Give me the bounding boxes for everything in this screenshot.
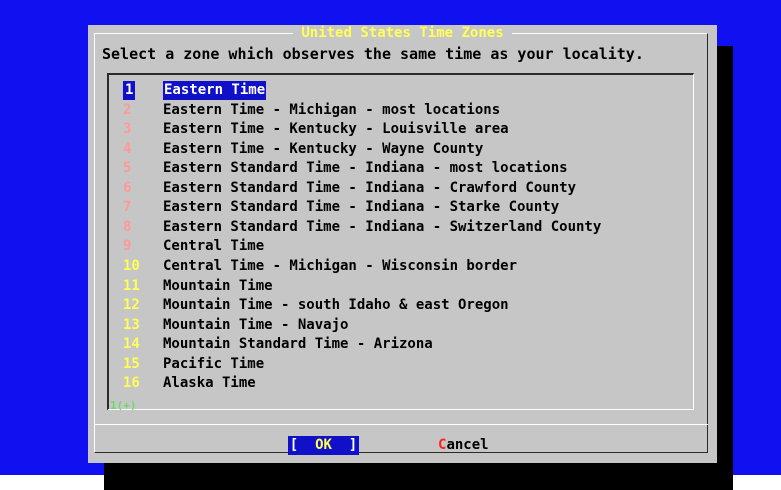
menu-item-tag: 5 [123, 160, 132, 177]
menu-item-tag: 9 [123, 238, 132, 255]
cancel-button[interactable]: Cancel [438, 436, 489, 455]
button-separator [94, 424, 708, 425]
ok-right-bracket: ] [348, 437, 358, 453]
menu-item-tag: 1 [123, 81, 136, 100]
menu-item-label: Mountain Time - south Idaho & east Orego… [163, 297, 509, 314]
menu-item-tag: 3 [123, 121, 132, 138]
menu-item-label: Eastern Time - Michigan - most locations [163, 101, 501, 118]
menu-item-label: Mountain Time [163, 277, 273, 294]
menu-item-label: Eastern Standard Time - Indiana - Starke… [163, 199, 560, 216]
menu-item-tag: 6 [123, 179, 132, 196]
menu-item-label: Mountain Standard Time - Arizona [163, 336, 433, 353]
menu-item-label: Eastern Standard Time - Indiana - Switze… [163, 218, 602, 235]
menu-item-label: Eastern Standard Time - Indiana - most l… [163, 160, 568, 177]
dialog-title-text: United States Time Zones [293, 25, 512, 41]
menu-item-label: Central Time [163, 238, 265, 255]
timezone-menu[interactable]: 1 Eastern Time 2 Eastern Time - Michigan - … [107, 73, 694, 410]
scroll-indicator: 1(+) [110, 399, 137, 412]
menu-item-tag: 10 [123, 257, 140, 274]
menu-item-tag: 7 [123, 199, 132, 216]
ok-button[interactable]: [ OK ] [288, 436, 359, 455]
menu-item-label: Eastern Time - Kentucky - Wayne County [163, 140, 484, 157]
menu-item-tag: 2 [123, 101, 132, 118]
menu-item-label: Alaska Time [163, 375, 256, 392]
menu-item-label: Central Time - Michigan - Wisconsin bord… [163, 257, 518, 274]
menu-item-tag: 12 [123, 297, 140, 314]
menu-item-label: Eastern Time - Kentucky - Louisville are… [163, 121, 509, 138]
menu-item-label: Eastern Standard Time - Indiana - Crawfo… [163, 179, 577, 196]
menu-item-label: Mountain Time - Navajo [163, 316, 349, 333]
dialog-title: United States Time Zones [88, 25, 717, 42]
menu-item-tag: 14 [123, 336, 140, 353]
menu-item-tag: 11 [123, 277, 140, 294]
menu-item-tag: 15 [123, 355, 140, 372]
menu-item-tag: 13 [123, 316, 140, 333]
ok-left-bracket: [ [289, 437, 299, 453]
menu-item-tag: 4 [123, 140, 132, 157]
menu-item-label: Pacific Time [163, 355, 265, 372]
cancel-label: ancel [446, 437, 489, 453]
timezone-dialog: United States Time Zones Select a zone w… [88, 25, 717, 463]
menu-item-label: Eastern Time [163, 81, 267, 100]
dialog-prompt: Select a zone which observes the same ti… [102, 45, 644, 63]
menu-item-tag: 16 [123, 375, 140, 392]
ok-label: OK [315, 437, 332, 453]
menu-item-tag: 8 [123, 218, 132, 235]
